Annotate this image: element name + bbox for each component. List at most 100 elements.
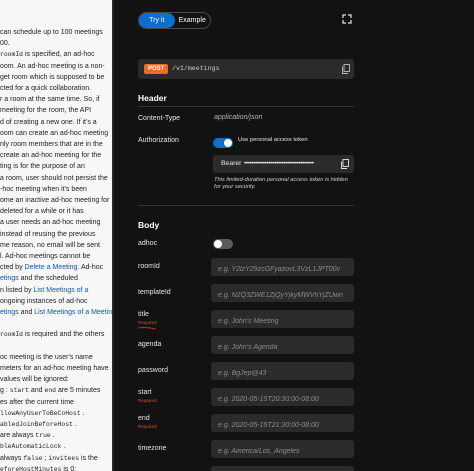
doc-code: end [44,387,57,395]
doc-text: . [80,409,85,417]
doc-text: nly room members that are in the [0,141,103,148]
end-input[interactable] [211,416,354,432]
doc-text: cted by [0,264,25,272]
doc-text: d of creating a new one. If it's a [0,118,97,126]
doc-text: a room, user should not persist the [0,174,108,182]
doc-text: and [18,309,35,316]
field-roomid [211,258,354,276]
doc-line: a room, user should not persist the [0,174,108,183]
doc-text: . [72,421,77,428]
agenda-input[interactable] [211,338,354,354]
doc-line: get room which is supposed to be [0,73,104,82]
doc-text: es after the current time [0,398,74,406]
field-templateid [211,284,354,302]
roomid-input[interactable] [211,260,354,276]
content-type-label: Content-Type [138,115,181,122]
start-input[interactable] [211,390,354,406]
field-title [211,310,354,328]
title-input[interactable] [211,312,354,328]
doc-line: g : start and end are 5 minutes [0,386,100,395]
copy-icon[interactable] [341,159,349,169]
doc-line: are always true . [0,431,55,440]
doc-line: roomId is required and the others [0,330,104,339]
doc-code: start [9,387,29,395]
doc-link[interactable]: List Meetings of a [33,287,88,294]
tab-example[interactable]: Example [175,13,211,28]
doc-line: r a room at the same time. So, if [0,95,100,104]
masked-token: ••••••••••••••••••••••••••••••••••••• [244,160,314,167]
doc-line: etings and List Meetings of a Meeting [0,308,112,317]
divider [138,205,354,206]
doc-line: d of creating a new one. If it's a [0,118,97,127]
doc-text: and the scheduled [18,275,78,283]
doc-line: etings and the scheduled [0,274,78,283]
doc-code: invitees [48,454,80,462]
doc-text: . [61,443,66,451]
doc-link[interactable]: etings [0,309,19,316]
doc-line: ome an inactive ad-hoc meeting for [0,196,109,205]
header-section-title: Header [138,93,167,103]
required-marker: Required [138,320,157,325]
doc-text: get room which is supposed to be [0,73,105,81]
doc-line: me reason, no email will be sent [0,241,100,250]
timezone-input[interactable] [211,442,354,458]
content-type-value: application/json [214,114,263,121]
doc-line: values will be ignored: [0,375,69,384]
doc-line: abledJoinBeforeHost . [0,420,77,429]
field-label-title: title [138,311,149,318]
doc-text: is specified, an ad-hoc [23,51,95,59]
try-it-panel: Try it Example POST /v1/meetings Header … [114,0,474,471]
doc-text: instead of reusing the previous [0,230,96,238]
doc-text: can schedule up to 100 meetings [0,29,103,36]
tab-try-it[interactable]: Try it [139,13,175,28]
doc-line: can schedule up to 100 meetings [0,28,103,37]
expand-icon[interactable] [342,14,352,24]
doc-line: oom can create an ad-hoc meeting [0,129,108,138]
doc-text: are always [0,432,36,440]
doc-line: roomId is specified, an ad-hoc [0,50,95,59]
doc-text: ting is for the purpose of an [0,163,85,171]
doc-line: ting is for the purpose of an [0,162,85,171]
doc-line: meters for an ad-hoc meeting have [0,364,109,373]
field-agenda [211,336,354,354]
field-label-roomid: roomId [138,263,160,270]
copy-icon[interactable] [342,64,350,74]
doc-code: abledJoinBeforeHost [0,421,73,428]
personal-token-toggle[interactable] [213,138,233,148]
doc-line: cted for a quick collaboration. [0,84,91,93]
authorization-label: Authorization [138,137,179,144]
field-label-agenda: agenda [138,341,162,348]
doc-text: r a room at the same time. So, if [0,96,100,104]
doc-line: cted by Delete a Meeting. Ad-hoc [0,263,103,272]
endpoint-bar: POST /v1/meetings [138,59,354,79]
field-label-end: end [138,415,150,422]
templateid-input[interactable] [211,286,354,302]
doc-text: are 5 minutes [56,387,101,395]
doc-text: 00. [0,40,10,48]
body-section-title: Body [138,220,160,230]
bearer-token-field[interactable]: Bearer •••••••••••••••••••••••••••••••••… [213,155,354,173]
doc-line: always false ; invitees is the [0,454,98,463]
personal-token-toggle-label: Use personal access token [238,137,308,143]
doc-text: ongoing instances of ad-hoc [0,297,88,305]
doc-code: roomId [0,331,24,339]
adhoc-toggle[interactable] [213,239,233,249]
divider [138,106,354,107]
doc-link[interactable]: List Meetings of a Meeting [34,309,112,316]
password-input[interactable] [211,364,354,380]
doc-line: eforeHostMinutes is 0; [0,465,76,471]
required-marker: Required [138,424,157,429]
doc-line: deleted for a while or it has [0,207,84,216]
doc-line: n listed by List Meetings of a [0,286,88,295]
doc-line: oom. An ad-hoc meeting is a non- [0,62,105,71]
doc-link[interactable]: etings [0,275,19,282]
doc-text: always [0,454,24,462]
doc-text: ome an inactive ad-hoc meeting for [0,197,110,204]
field-label-password: password [138,367,168,374]
doc-text: create an ad-hoc meeting for the [0,152,102,160]
doc-text: meeting for the room, the API [0,107,92,115]
field-label-templateid: templateId [138,289,171,296]
doc-text: oc meeting is the user's name [0,353,93,361]
doc-link[interactable]: Delete a Meeting [25,264,78,271]
field-recurrence [211,466,354,471]
